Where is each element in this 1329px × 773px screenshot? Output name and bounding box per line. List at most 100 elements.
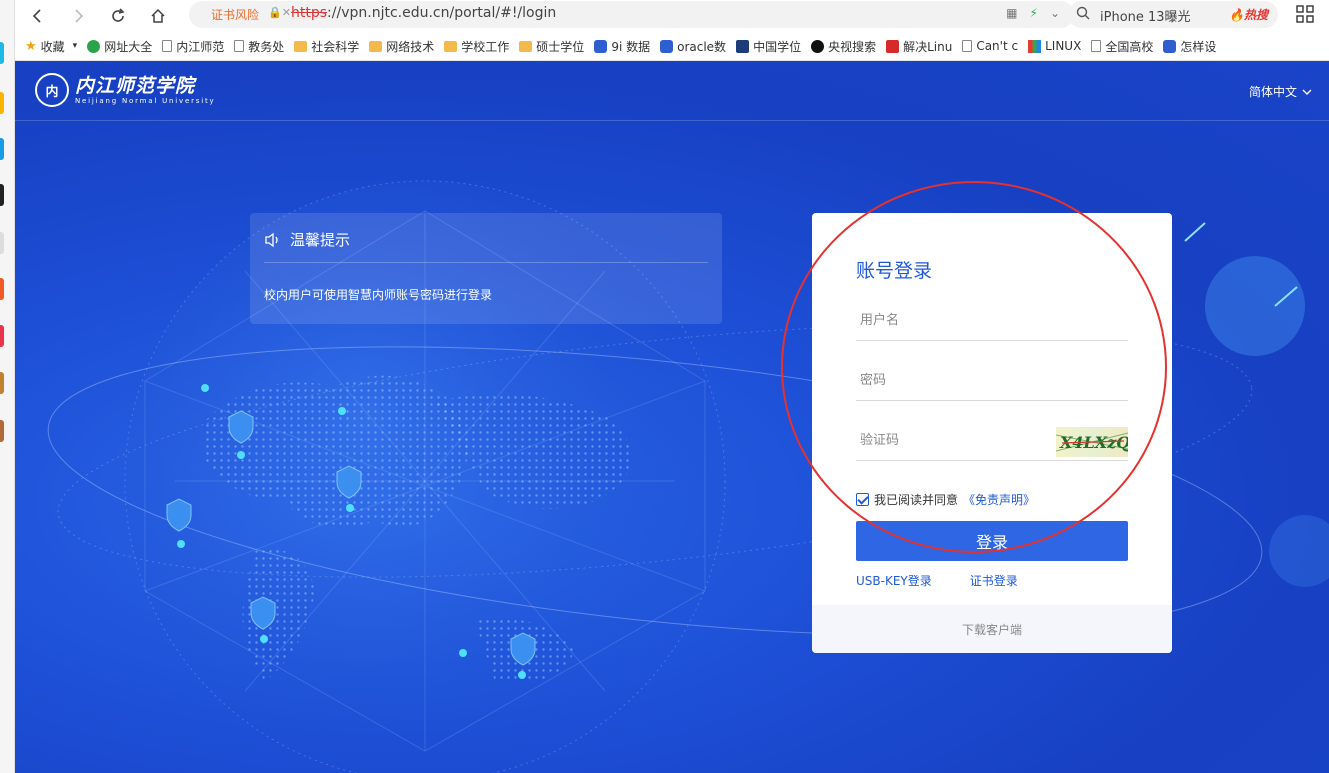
agree-checkbox[interactable] <box>856 493 869 506</box>
bookmark-label: 央视搜索 <box>828 39 877 54</box>
language-label: 简体中文 <box>1248 85 1297 99</box>
reload-icon[interactable] <box>105 4 131 28</box>
bookmark-item[interactable]: 怎样设 <box>1163 38 1216 55</box>
folder-icon <box>519 40 533 52</box>
alt-login-links: USB-KEY登录 证书登录 <box>856 572 1018 589</box>
captcha-input[interactable] <box>856 421 1046 460</box>
graduation-icon <box>736 39 750 53</box>
bookmark-item[interactable]: 内江师范 <box>162 38 224 55</box>
school-name-en: Neijiang Normal University <box>75 97 216 105</box>
bookmark-item[interactable]: 硕士学位 <box>519 38 584 55</box>
school-seal-logo: 内 <box>35 73 69 107</box>
bookmark-label: LINUX <box>1045 39 1082 53</box>
globe-icon <box>87 39 101 53</box>
captcha-image[interactable]: X4LXzQ <box>1055 427 1130 457</box>
cert-risk-warning[interactable]: 证书风险 <box>211 6 259 23</box>
star-icon: ★ <box>25 38 37 54</box>
bookmark-item[interactable]: 社会科学 <box>294 38 359 55</box>
bookmark-label: 内江师范 <box>176 39 225 54</box>
login-title: 账号登录 <box>856 260 933 282</box>
hot-search-badge[interactable]: 🔥热搜 <box>1229 6 1268 23</box>
portal-header: 内 内江师范学院 Neijiang Normal University 简体中文 <box>15 61 1329 121</box>
bookmarks-bar: ★ 收藏 ▾ 网址大全 内江师范 教务处 社会科学 网络技术 学校工作 硕士学位 9i 数据 orac… <box>15 32 1329 61</box>
notice-header: 温馨提示 <box>264 229 350 250</box>
page-icon <box>1091 40 1102 52</box>
bookmark-label: 教务处 <box>248 39 285 54</box>
cert-login-link[interactable]: 证书登录 <box>970 572 1018 589</box>
bookmark-label: 怎样设 <box>1180 39 1217 54</box>
bookmark-item[interactable]: 网址大全 <box>87 38 152 55</box>
lightning-icon[interactable]: ⚡ <box>1030 6 1038 20</box>
bookmark-item[interactable]: oracle数 <box>660 38 726 55</box>
agreement-row: 我已阅读并同意 《免责声明》 <box>856 491 1035 508</box>
bookmark-item[interactable]: 全国高校 <box>1091 38 1153 55</box>
bookmark-item[interactable]: 网络技术 <box>369 38 434 55</box>
screen: 证书风险 🔒✕ https://vpn.njtc.edu.cn/portal/#… <box>0 0 1329 773</box>
notice-panel: 温馨提示 校内用户可使用智慧内师账号密码进行登录 <box>250 213 722 324</box>
folder-icon <box>294 40 308 52</box>
folder-icon <box>369 40 383 52</box>
address-bar-icons: ▦ ⚡ ⌄ <box>1006 6 1060 20</box>
red-square-icon <box>886 39 900 53</box>
password-field-wrapper <box>856 361 1128 401</box>
weird-icon <box>962 40 973 52</box>
bookmark-label: 收藏 <box>40 39 65 54</box>
bookmark-item[interactable]: 央视搜索 <box>811 38 876 55</box>
url-text[interactable]: https://vpn.njtc.edu.cn/portal/#!/login <box>291 5 556 21</box>
notice-body: 校内用户可使用智慧内师账号密码进行登录 <box>264 288 493 302</box>
bookmark-item[interactable]: Can't c <box>962 39 1018 53</box>
download-client-link[interactable]: 下载客户端 <box>812 605 1172 653</box>
language-switch[interactable]: 简体中文 <box>1249 83 1313 100</box>
username-input[interactable] <box>856 301 1128 340</box>
insecure-lock-icon[interactable]: 🔒✕ <box>268 6 291 19</box>
bookmark-label: 全国高校 <box>1105 39 1154 54</box>
search-box[interactable]: iPhone 13曝光 🔥热搜 <box>1068 1 1278 28</box>
folder-icon <box>444 40 458 52</box>
paw-icon <box>594 39 608 53</box>
forward-icon[interactable] <box>65 4 91 28</box>
disclaimer-link[interactable]: 《免责声明》 <box>963 491 1035 508</box>
url-path: ://vpn.njtc.edu.cn/portal/#!/login <box>327 5 557 21</box>
bookmark-label: Can't c <box>976 39 1019 53</box>
bookmark-item[interactable]: 学校工作 <box>444 38 509 55</box>
notice-title: 温馨提示 <box>290 231 351 249</box>
bookmark-item[interactable]: ★ 收藏 ▾ <box>25 38 77 55</box>
url-scheme: https <box>291 5 328 21</box>
usb-key-login-link[interactable]: USB-KEY登录 <box>856 572 932 589</box>
search-icon <box>1076 6 1090 20</box>
paw-icon <box>1163 39 1177 53</box>
page-icon <box>234 40 245 52</box>
bookmark-label: 学校工作 <box>461 39 510 54</box>
password-input[interactable] <box>856 361 1128 400</box>
back-icon[interactable] <box>25 4 51 28</box>
chevron-down-icon <box>1302 89 1312 95</box>
chevron-down-icon[interactable]: ▾ <box>73 41 78 51</box>
bookmark-item[interactable]: LINUX <box>1028 39 1081 53</box>
bookmark-item[interactable]: 教务处 <box>234 38 284 55</box>
left-app-strip <box>0 0 15 773</box>
school-name: 内江师范学院 <box>75 75 196 97</box>
bookmark-label: 硕士学位 <box>536 39 585 54</box>
vpn-portal-page: 内 内江师范学院 Neijiang Normal University 简体中文 <box>15 61 1329 773</box>
search-query: iPhone 13曝光 <box>1100 10 1191 25</box>
chevron-down-icon[interactable]: ⌄ <box>1050 6 1060 20</box>
qr-code-icon[interactable]: ▦ <box>1006 6 1017 20</box>
apps-grid-icon[interactable] <box>1296 5 1314 23</box>
bookmark-label: 解决Linu <box>903 39 953 54</box>
bookmark-label: 社会科学 <box>311 39 360 54</box>
multi-color-icon <box>1028 39 1042 53</box>
home-icon[interactable] <box>145 4 171 28</box>
cc-icon <box>811 39 825 53</box>
bookmark-item[interactable]: 中国学位 <box>736 38 801 55</box>
bookmark-label: oracle数 <box>677 39 727 54</box>
bookmark-item[interactable]: 解决Linu <box>886 38 952 55</box>
bookmark-label: 网址大全 <box>104 39 153 54</box>
bookmark-item[interactable]: 9i 数据 <box>594 38 650 55</box>
bookmark-label: 9i 数据 <box>611 39 651 54</box>
username-field-wrapper <box>856 301 1128 341</box>
login-button[interactable]: 登录 <box>856 521 1128 561</box>
agree-text: 我已阅读并同意 <box>874 493 959 507</box>
bookmark-label: 中国学位 <box>753 39 802 54</box>
captcha-field-wrapper: X4LXzQ <box>856 421 1130 461</box>
address-bar[interactable]: 证书风险 🔒✕ https://vpn.njtc.edu.cn/portal/#… <box>189 1 1074 28</box>
